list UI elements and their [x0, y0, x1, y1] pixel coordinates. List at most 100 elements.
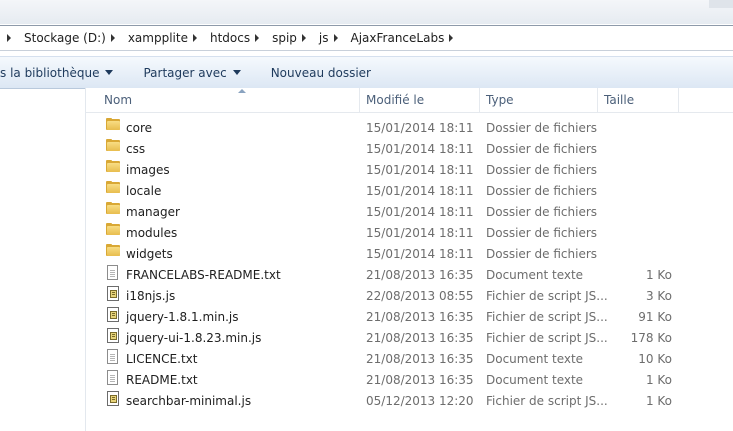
- column-header-row: Nom Modifié le Type Taille: [86, 88, 733, 113]
- script-file-icon: [107, 391, 119, 406]
- file-name: README.txt: [126, 373, 198, 387]
- text-file-icon: [107, 265, 118, 280]
- breadcrumb-item[interactable]: spip: [270, 27, 317, 49]
- breadcrumb-item[interactable]: Stockage (D:): [22, 27, 126, 49]
- dropdown-caret-icon: [105, 70, 114, 75]
- file-modified: 15/01/2014 18:11: [366, 205, 474, 219]
- file-type: Fichier de script JS...: [486, 394, 608, 408]
- file-modified: 21/08/2013 16:35: [366, 310, 474, 324]
- file-type: Dossier de fichiers: [486, 163, 598, 177]
- file-modified: 15/01/2014 18:11: [366, 247, 474, 261]
- file-name: i18njs.js: [126, 289, 176, 303]
- breadcrumb-item[interactable]: htdocs: [208, 27, 270, 49]
- column-header-type-label: Type: [486, 93, 514, 107]
- file-modified: 15/01/2014 18:11: [366, 226, 474, 240]
- include-in-library-label: s la bibliothèque: [0, 65, 100, 80]
- file-name: widgets: [126, 247, 173, 261]
- file-row[interactable]: searchbar-minimal.js 05/12/2013 12:20 Fich…: [86, 391, 733, 412]
- column-header-name[interactable]: Nom: [98, 88, 358, 112]
- file-size: 1 Ko: [645, 394, 672, 408]
- file-name: FRANCELABS-README.txt: [126, 268, 281, 282]
- file-size: 178 Ko: [630, 331, 672, 345]
- file-size: 91 Ko: [638, 310, 672, 324]
- new-folder-label: Nouveau dossier: [270, 65, 371, 80]
- file-size: 1 Ko: [645, 268, 672, 282]
- file-list: core 15/01/2014 18:11 Dossier de fichiers c…: [86, 118, 733, 412]
- chevron-right-icon[interactable]: [301, 34, 306, 42]
- folder-icon: [106, 139, 120, 151]
- script-file-icon: [107, 307, 119, 322]
- file-modified: 15/01/2014 18:11: [366, 121, 474, 135]
- file-type: Dossier de fichiers: [486, 184, 598, 198]
- folder-icon: [106, 118, 120, 130]
- file-size: 10 Ko: [638, 352, 672, 366]
- chevron-right-icon[interactable]: [110, 34, 115, 42]
- file-type: Dossier de fichiers: [486, 121, 598, 135]
- file-type: Dossier de fichiers: [486, 142, 598, 156]
- share-with-label: Partager avec: [143, 65, 227, 80]
- file-type: Document texte: [486, 373, 584, 387]
- file-row[interactable]: FRANCELABS-README.txt 21/08/2013 16:35 Doc…: [86, 265, 733, 286]
- file-name: locale: [126, 184, 162, 198]
- file-type: Fichier de script JS...: [486, 289, 608, 303]
- window-close-area[interactable]: [709, 0, 733, 8]
- file-row[interactable]: LICENCE.txt 21/08/2013 16:35 Document text…: [86, 349, 733, 370]
- file-row[interactable]: manager 15/01/2014 18:11 Dossier de fichie…: [86, 202, 733, 223]
- folder-icon: [106, 181, 120, 193]
- breadcrumb-item[interactable]: AjaxFranceLabs: [349, 27, 465, 49]
- file-row[interactable]: i18njs.js 22/08/2013 08:55 Fichier de scri…: [86, 286, 733, 307]
- address-bar[interactable]: Stockage (D:) xampplite htdocs spip js A…: [0, 25, 733, 51]
- file-row[interactable]: jquery-ui-1.8.23.min.js 21/08/2013 16:35 F…: [86, 328, 733, 349]
- file-name: jquery-ui-1.8.23.min.js: [126, 331, 262, 345]
- file-row[interactable]: modules 15/01/2014 18:11 Dossier de fichie…: [86, 223, 733, 244]
- file-row[interactable]: README.txt 21/08/2013 16:35 Document texte…: [86, 370, 733, 391]
- breadcrumb-label: xampplite: [127, 31, 188, 45]
- chevron-right-icon[interactable]: [192, 34, 197, 42]
- breadcrumb-item[interactable]: js: [317, 27, 349, 49]
- file-row[interactable]: jquery-1.8.1.min.js 21/08/2013 16:35 Fichi…: [86, 307, 733, 328]
- script-file-icon: [107, 328, 119, 343]
- file-type: Dossier de fichiers: [486, 226, 598, 240]
- command-toolbar: s la bibliothèque Partager avec Nouveau …: [0, 56, 733, 89]
- file-type: Document texte: [486, 352, 584, 366]
- new-folder-button[interactable]: Nouveau dossier: [261, 61, 381, 85]
- file-row[interactable]: locale 15/01/2014 18:11 Dossier de fichier…: [86, 181, 733, 202]
- file-row[interactable]: core 15/01/2014 18:11 Dossier de fichiers: [86, 118, 733, 139]
- file-name: jquery-1.8.1.min.js: [126, 310, 239, 324]
- chevron-right-icon[interactable]: [255, 34, 260, 42]
- file-name: manager: [126, 205, 180, 219]
- text-file-icon: [107, 370, 118, 385]
- column-header-type[interactable]: Type: [479, 88, 597, 112]
- file-size: 1 Ko: [645, 373, 672, 387]
- file-type: Fichier de script JS...: [486, 331, 608, 345]
- file-name: modules: [126, 226, 178, 240]
- chevron-right-icon[interactable]: [449, 34, 454, 42]
- file-row[interactable]: css 15/01/2014 18:11 Dossier de fichiers: [86, 139, 733, 160]
- window-top-strip: [0, 0, 733, 24]
- script-file-icon: [107, 286, 119, 301]
- breadcrumb-label: htdocs: [209, 31, 251, 45]
- column-header-name-label: Nom: [104, 93, 133, 107]
- file-type: Document texte: [486, 268, 584, 282]
- column-header-modified[interactable]: Modifié le: [359, 88, 479, 112]
- file-row[interactable]: widgets 15/01/2014 18:11 Dossier de fichie…: [86, 244, 733, 265]
- breadcrumb-label: spip: [272, 31, 297, 45]
- folder-icon: [106, 223, 120, 235]
- column-header-size-label: Taille: [604, 93, 635, 107]
- breadcrumb-label: js: [318, 31, 329, 45]
- breadcrumb-root-chevron[interactable]: [0, 27, 22, 49]
- file-modified: 21/08/2013 16:35: [366, 352, 474, 366]
- folder-icon: [106, 202, 120, 214]
- share-with-button[interactable]: Partager avec: [133, 61, 250, 85]
- column-header-size[interactable]: Taille: [597, 88, 679, 112]
- breadcrumb-label: Stockage (D:): [24, 31, 106, 45]
- file-row[interactable]: images 15/01/2014 18:11 Dossier de fichier…: [86, 160, 733, 181]
- dropdown-caret-icon: [232, 70, 241, 75]
- file-modified: 15/01/2014 18:11: [366, 163, 474, 177]
- file-modified: 15/01/2014 18:11: [366, 184, 474, 198]
- chevron-right-icon[interactable]: [333, 34, 338, 42]
- include-in-library-button[interactable]: s la bibliothèque: [0, 61, 123, 85]
- file-name: css: [126, 142, 146, 156]
- breadcrumb-item[interactable]: xampplite: [126, 27, 208, 49]
- file-type: Dossier de fichiers: [486, 205, 598, 219]
